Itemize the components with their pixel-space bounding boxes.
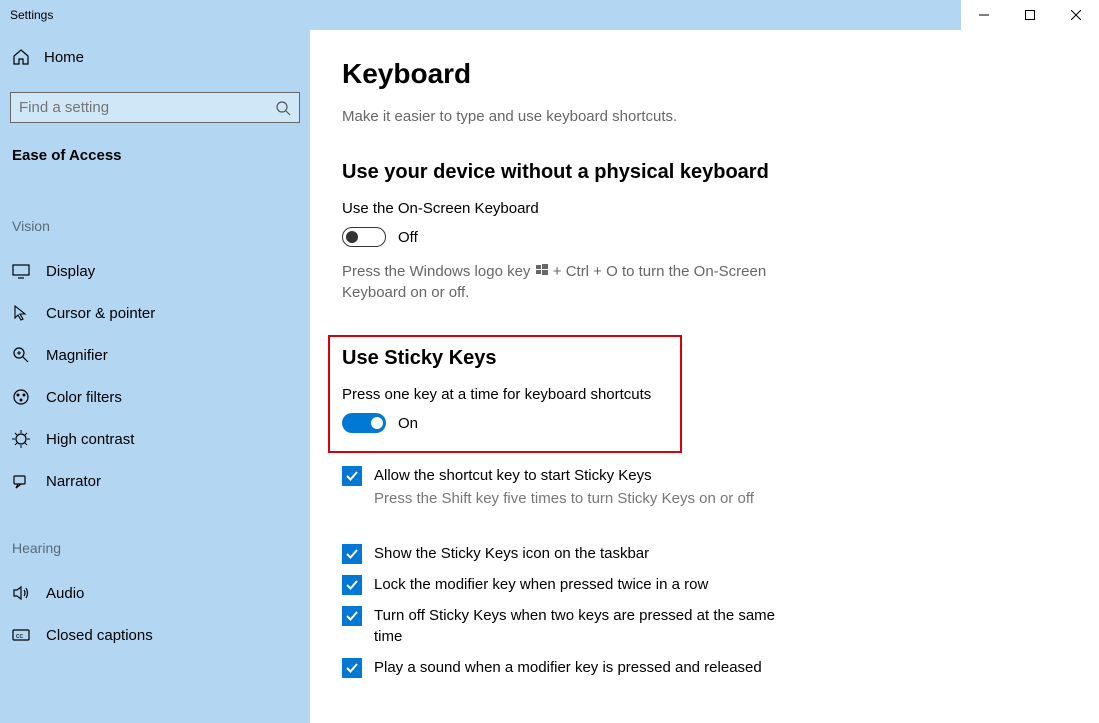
sticky-keys-highlight: Use Sticky Keys Press one key at a time … [328, 335, 682, 453]
allow-shortcut-label: Allow the shortcut key to start Sticky K… [374, 465, 652, 486]
cursor-icon [12, 304, 30, 322]
page-title: Keyboard [342, 58, 1075, 90]
titlebar: Settings [0, 0, 1099, 30]
search-icon [275, 100, 291, 116]
sidebar-item-label: Cursor & pointer [46, 305, 155, 322]
turnoff-twokeys-checkbox[interactable] [342, 606, 362, 626]
sidebar-item-narrator[interactable]: Narrator [10, 460, 300, 502]
closed-captions-icon: cc [12, 626, 30, 644]
window-controls [961, 0, 1099, 30]
sidebar-item-label: Narrator [46, 473, 101, 490]
window-title: Settings [0, 8, 961, 22]
sidebar-item-cursor[interactable]: Cursor & pointer [10, 292, 300, 334]
audio-icon [12, 584, 30, 602]
sidebar-item-display[interactable]: Display [10, 250, 300, 292]
sidebar-item-magnifier[interactable]: Magnifier [10, 334, 300, 376]
magnifier-icon [12, 346, 30, 364]
sidebar-item-label: Audio [46, 585, 84, 602]
windows-logo-icon [536, 261, 548, 273]
main-content: Keyboard Make it easier to type and use … [310, 30, 1099, 723]
section-heading-device: Use your device without a physical keybo… [342, 161, 1075, 184]
play-sound-label: Play a sound when a modifier key is pres… [374, 657, 762, 678]
home-nav[interactable]: Home [10, 40, 300, 74]
sidebar-item-label: Display [46, 263, 95, 280]
search-input[interactable] [19, 99, 275, 116]
show-icon-label: Show the Sticky Keys icon on the taskbar [374, 543, 649, 564]
display-icon [12, 262, 30, 280]
maximize-button[interactable] [1007, 0, 1053, 30]
minimize-button[interactable] [961, 0, 1007, 30]
svg-text:cc: cc [16, 633, 24, 640]
lock-modifier-checkbox[interactable] [342, 575, 362, 595]
shortcut-hint: Press the Shift key five times to turn S… [374, 490, 1075, 507]
sidebar-item-label: High contrast [46, 431, 134, 448]
toggle-state-text: On [398, 415, 418, 432]
allow-shortcut-checkbox[interactable] [342, 466, 362, 486]
sidebar-item-audio[interactable]: Audio [10, 572, 300, 614]
sidebar-section-title: Ease of Access [10, 141, 300, 170]
sidebar-item-label: Closed captions [46, 627, 153, 644]
color-filters-icon [12, 388, 30, 406]
group-label-hearing: Hearing [10, 534, 300, 562]
sidebar-item-high-contrast[interactable]: High contrast [10, 418, 300, 460]
search-box[interactable] [10, 92, 300, 123]
section-heading-sticky: Use Sticky Keys [342, 347, 668, 370]
sidebar-item-label: Color filters [46, 389, 122, 406]
toggle-state-text: Off [398, 229, 418, 246]
close-button[interactable] [1053, 0, 1099, 30]
lock-modifier-label: Lock the modifier key when pressed twice… [374, 574, 708, 595]
home-label: Home [44, 49, 84, 66]
onscreen-keyboard-hint: Press the Windows logo key + Ctrl + O to… [342, 261, 822, 303]
onscreen-keyboard-label: Use the On-Screen Keyboard [342, 200, 1075, 217]
turnoff-twokeys-label: Turn off Sticky Keys when two keys are p… [374, 605, 804, 647]
sidebar-item-label: Magnifier [46, 347, 108, 364]
home-icon [12, 48, 30, 66]
high-contrast-icon [12, 430, 30, 448]
sidebar: Home Ease of Access Vision Display Curso… [0, 30, 310, 723]
sidebar-item-closed-captions[interactable]: cc Closed captions [10, 614, 300, 656]
page-subtitle: Make it easier to type and use keyboard … [342, 108, 1075, 125]
group-label-vision: Vision [10, 212, 300, 240]
sticky-keys-toggle[interactable] [342, 413, 386, 433]
narrator-icon [12, 472, 30, 490]
show-icon-checkbox[interactable] [342, 544, 362, 564]
sticky-keys-label: Press one key at a time for keyboard sho… [342, 386, 668, 403]
onscreen-keyboard-toggle[interactable] [342, 227, 386, 247]
play-sound-checkbox[interactable] [342, 658, 362, 678]
sidebar-item-color-filters[interactable]: Color filters [10, 376, 300, 418]
